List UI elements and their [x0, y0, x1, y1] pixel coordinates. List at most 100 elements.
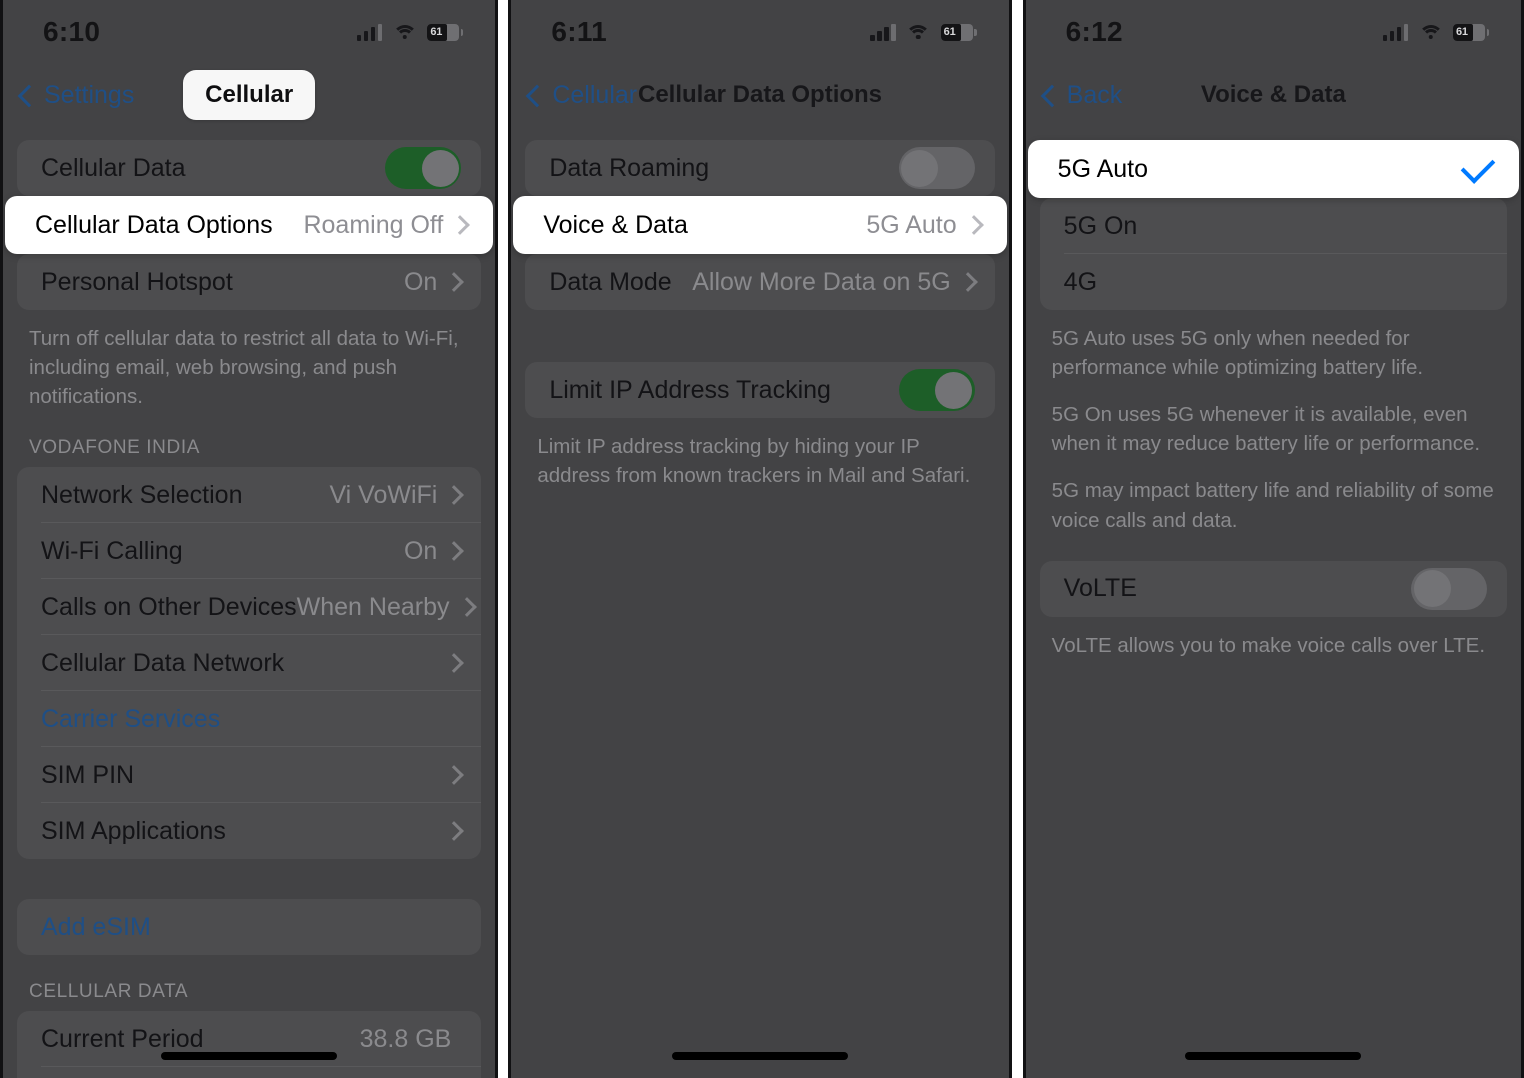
chevron-right-icon [957, 272, 978, 292]
footnote-text: Limit IP address tracking by hiding your… [537, 435, 971, 488]
volte-group: VoLTE [1039, 560, 1507, 617]
home-indicator [1185, 1052, 1362, 1060]
row-sim-applications[interactable]: SIM Applications [17, 803, 481, 859]
battery-icon: 61 [940, 23, 977, 41]
row-label: Network Selection [41, 480, 243, 509]
limit-ip-tracking-footnote: Limit IP address tracking by hiding your… [511, 418, 1008, 490]
voice-data-options-group: 5G On 4G [1039, 198, 1507, 310]
row-network-selection[interactable]: Network Selection Vi VoWiFi [17, 467, 482, 524]
checkmark-icon [1460, 148, 1496, 184]
row-label: Data Roaming [549, 153, 710, 182]
status-icons: 61 [1382, 23, 1489, 41]
phone-panel-voice-and-data: 6:12 61 Back Voice & Data 5G Auto 5G On … [1022, 0, 1524, 1078]
row-carrier-services[interactable]: Carrier Services [17, 691, 482, 748]
status-icons: 61 [356, 23, 464, 41]
option-5g-on[interactable]: 5G On [1040, 198, 1507, 254]
limit-ip-tracking-toggle[interactable] [898, 369, 975, 411]
volte-toggle[interactable] [1411, 567, 1487, 610]
row-add-esim[interactable]: Add eSIM [17, 899, 481, 955]
volte-footnote: VoLTE allows you to make voice calls ove… [1026, 617, 1521, 660]
status-time: 6:11 [551, 16, 608, 47]
row-value: 38.8 GB [359, 1024, 452, 1053]
battery-percent: 61 [943, 26, 956, 38]
chevron-right-icon [963, 215, 984, 235]
voice-data-footnote: 5G Auto uses 5G only when needed for per… [1026, 310, 1521, 535]
row-label: SIM PIN [41, 760, 135, 789]
cellular-bars-icon [356, 23, 383, 41]
wifi-icon [1418, 24, 1443, 41]
option-label: 5G On [1063, 211, 1138, 240]
back-button-label: Back [1066, 80, 1123, 109]
row-value: 5G Auto [866, 210, 957, 239]
back-button-settings[interactable]: Settings [17, 80, 135, 110]
carrier-section-header: VODAFONE INDIA [29, 437, 200, 459]
nav-bar: Back Voice & Data [1026, 64, 1521, 126]
option-label: 5G Auto [1057, 154, 1149, 183]
limit-ip-tracking-group: Limit IP Address Tracking [525, 362, 995, 418]
chevron-right-icon [444, 272, 465, 292]
footnote-paragraph: 5G Auto uses 5G only when needed for per… [1051, 327, 1424, 380]
carrier-group: Network Selection Vi VoWiFi Wi-Fi Callin… [17, 467, 482, 860]
row-limit-ip-address-tracking[interactable]: Limit IP Address Tracking [525, 362, 994, 418]
back-button-label: Settings [44, 80, 135, 109]
back-button-cellular[interactable]: Cellular [526, 80, 638, 110]
row-label: Data Mode [549, 267, 672, 296]
status-bar: 6:12 61 [1026, 0, 1521, 64]
row-voice-and-data[interactable]: Voice & Data 5G Auto [513, 196, 1007, 254]
home-indicator [672, 1052, 848, 1060]
row-label: Cellular Data [41, 153, 186, 182]
phone-panel-cellular: 6:10 61 Settings Cellular Cellular Data … [0, 0, 499, 1078]
cellular-bars-icon [870, 23, 896, 41]
row-current-period-roaming: Current Period Roaming Zero KB [17, 1067, 481, 1078]
row-label: Carrier Services [41, 704, 221, 733]
row-value: Vi VoWiFi [329, 480, 438, 509]
footnote-paragraph: 5G On uses 5G whenever it is available, … [1051, 403, 1481, 456]
page-title-text: Cellular [183, 70, 316, 120]
cellular-bars-icon [1382, 23, 1408, 41]
status-bar: 6:11 61 [511, 0, 1008, 64]
back-button[interactable]: Back [1040, 80, 1123, 110]
row-value: Roaming Off [303, 210, 444, 239]
battery-icon: 61 [427, 23, 464, 41]
row-cellular-data[interactable]: Cellular Data [17, 140, 481, 196]
footnote-text: VoLTE allows you to make voice calls ove… [1051, 633, 1486, 657]
row-data-mode[interactable]: Data Mode Allow More Data on 5G [525, 254, 994, 310]
nav-bar: Settings Cellular [3, 64, 495, 126]
chevron-right-icon [444, 541, 465, 562]
cellular-data-toggle[interactable] [385, 147, 462, 189]
option-5g-auto[interactable]: 5G Auto [1027, 140, 1519, 198]
status-icons: 61 [870, 23, 977, 41]
status-time: 6:12 [1065, 16, 1123, 47]
chevron-right-icon [444, 653, 465, 674]
chevron-right-icon [444, 485, 465, 506]
row-value: On [403, 536, 438, 565]
row-sim-pin[interactable]: SIM PIN [17, 747, 482, 804]
footnote-text: Turn off cellular data to restrict all d… [29, 327, 459, 409]
option-4g[interactable]: 4G [1040, 254, 1507, 310]
personal-hotspot-group: Personal Hotspot On [17, 254, 482, 310]
row-label: Voice & Data [543, 210, 688, 239]
row-label: Personal Hotspot [41, 267, 233, 296]
wifi-icon [905, 24, 931, 41]
phone-panel-cellular-data-options: 6:11 61 Cellular Cellular Data Options D… [508, 0, 1012, 1078]
chevron-right-icon [444, 821, 465, 842]
row-label: Cellular Data Options [35, 210, 273, 239]
row-value: On [403, 267, 438, 296]
cellular-data-section-header: CELLULAR DATA [29, 981, 189, 1003]
row-personal-hotspot[interactable]: Personal Hotspot On [17, 254, 481, 310]
row-label: SIM Applications [41, 816, 226, 845]
row-wifi-calling[interactable]: Wi-Fi Calling On [17, 523, 482, 580]
battery-percent: 61 [430, 26, 443, 38]
back-button-label: Cellular [552, 80, 638, 109]
row-data-roaming[interactable]: Data Roaming [525, 140, 994, 196]
row-label: Calls on Other Devices [41, 592, 297, 621]
row-cellular-data-network[interactable]: Cellular Data Network [17, 635, 482, 692]
row-label: Wi-Fi Calling [41, 536, 183, 565]
data-roaming-toggle[interactable] [898, 147, 975, 189]
row-calls-on-other-devices[interactable]: Calls on Other Devices When Nearby [17, 579, 482, 636]
row-label: Cellular Data Network [41, 648, 285, 677]
row-volte[interactable]: VoLTE [1040, 561, 1507, 617]
row-value: Allow More Data on 5G [692, 267, 951, 296]
three-panel-screenshot: 6:10 61 Settings Cellular Cellular Data … [0, 0, 1524, 1078]
row-cellular-data-options[interactable]: Cellular Data Options Roaming Off [5, 196, 494, 254]
